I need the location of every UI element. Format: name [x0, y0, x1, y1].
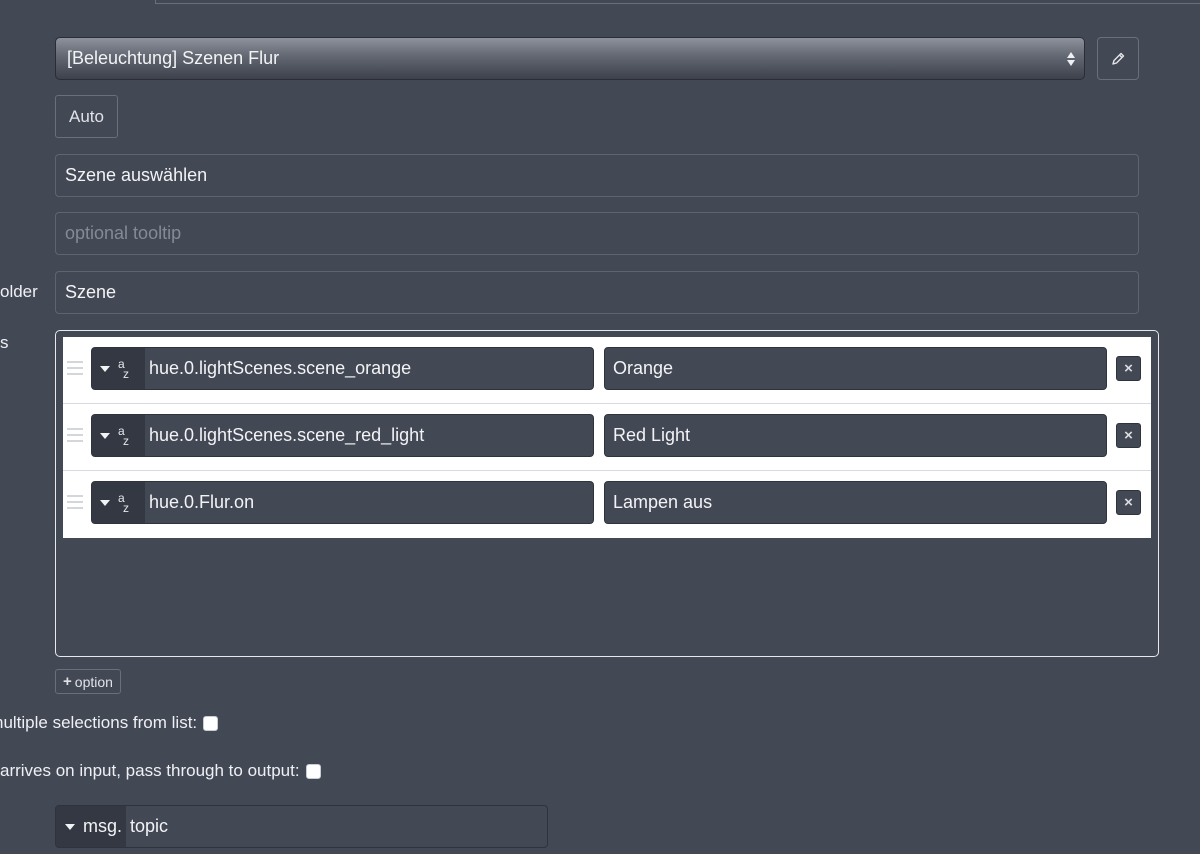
option-value-text: hue.0.lightScenes.scene_orange	[149, 358, 412, 378]
caret-down-icon	[100, 499, 110, 506]
options-container: az hue.0.lightScenes.scene_orange Orange…	[55, 330, 1159, 657]
option-type-select[interactable]: az	[92, 482, 145, 523]
pass-through-checkbox[interactable]	[305, 763, 321, 779]
remove-option-button[interactable]: ×	[1116, 423, 1141, 448]
drag-handle-icon[interactable]	[67, 495, 83, 509]
option-value-input[interactable]: az hue.0.Flur.on	[91, 481, 594, 524]
multiple-selections-checkbox[interactable]	[203, 715, 219, 731]
options-list: az hue.0.lightScenes.scene_orange Orange…	[63, 337, 1151, 538]
edit-group-button[interactable]	[1097, 37, 1139, 80]
top-tab-border	[155, 0, 1200, 4]
placeholder-row-label: older	[0, 282, 38, 301]
tooltip-field[interactable]: optional tooltip	[55, 212, 1139, 255]
multiple-selections-row: nultiple selections from list:	[0, 713, 219, 733]
group-select-value: [Beleuchtung] Szenen Flur	[67, 48, 280, 68]
close-icon: ×	[1124, 427, 1133, 444]
option-value-input[interactable]: az hue.0.lightScenes.scene_red_light	[91, 414, 594, 457]
option-row: az hue.0.Flur.on Lampen aus ×	[63, 471, 1151, 538]
caret-down-icon	[100, 365, 110, 372]
string-type-icon: az	[118, 356, 129, 381]
caret-down-icon	[65, 823, 75, 830]
option-label-input[interactable]: Red Light	[604, 414, 1107, 457]
add-option-button[interactable]: + option	[55, 669, 121, 694]
option-label-text: Orange	[613, 358, 674, 378]
topic-value: topic	[130, 816, 169, 836]
placeholder-field[interactable]: Szene	[55, 271, 1139, 314]
close-icon: ×	[1124, 360, 1133, 377]
placeholder-field-value: Szene	[65, 282, 117, 302]
tooltip-field-placeholder: optional tooltip	[65, 223, 182, 243]
option-label-input[interactable]: Orange	[604, 347, 1107, 390]
topic-type-label: msg.	[83, 816, 123, 836]
option-value-text: hue.0.Flur.on	[149, 492, 255, 512]
options-row-label: s	[0, 333, 9, 352]
group-select[interactable]: [Beleuchtung] Szenen Flur	[55, 37, 1085, 80]
label-field[interactable]: Szene auswählen	[55, 154, 1139, 197]
select-arrows-icon	[1066, 49, 1076, 69]
remove-option-button[interactable]: ×	[1116, 490, 1141, 515]
close-icon: ×	[1124, 494, 1133, 511]
pencil-icon	[1112, 52, 1125, 65]
topic-type-select[interactable]: msg.	[56, 806, 126, 847]
label-field-value: Szene auswählen	[65, 165, 208, 185]
option-row: az hue.0.lightScenes.scene_orange Orange…	[63, 337, 1151, 404]
add-option-label: option	[74, 673, 113, 690]
string-type-icon: az	[118, 490, 129, 515]
topic-input[interactable]: msg. topic	[55, 805, 548, 848]
multiple-selections-label: nultiple selections from list:	[0, 713, 198, 732]
option-value-text: hue.0.lightScenes.scene_red_light	[149, 425, 425, 445]
remove-option-button[interactable]: ×	[1116, 356, 1141, 381]
caret-down-icon	[100, 432, 110, 439]
drag-handle-icon[interactable]	[67, 361, 83, 375]
option-label-input[interactable]: Lampen aus	[604, 481, 1107, 524]
size-auto-button[interactable]: Auto	[55, 95, 118, 138]
pass-through-label: arrives on input, pass through to output…	[0, 761, 300, 780]
option-type-select[interactable]: az	[92, 415, 145, 456]
plus-icon: +	[63, 673, 72, 690]
option-value-input[interactable]: az hue.0.lightScenes.scene_orange	[91, 347, 594, 390]
pass-through-row: arrives on input, pass through to output…	[0, 761, 321, 781]
string-type-icon: az	[118, 423, 129, 448]
option-type-select[interactable]: az	[92, 348, 145, 389]
drag-handle-icon[interactable]	[67, 428, 83, 442]
option-label-text: Red Light	[613, 425, 691, 445]
option-row: az hue.0.lightScenes.scene_red_light Red…	[63, 404, 1151, 471]
option-label-text: Lampen aus	[613, 492, 713, 512]
